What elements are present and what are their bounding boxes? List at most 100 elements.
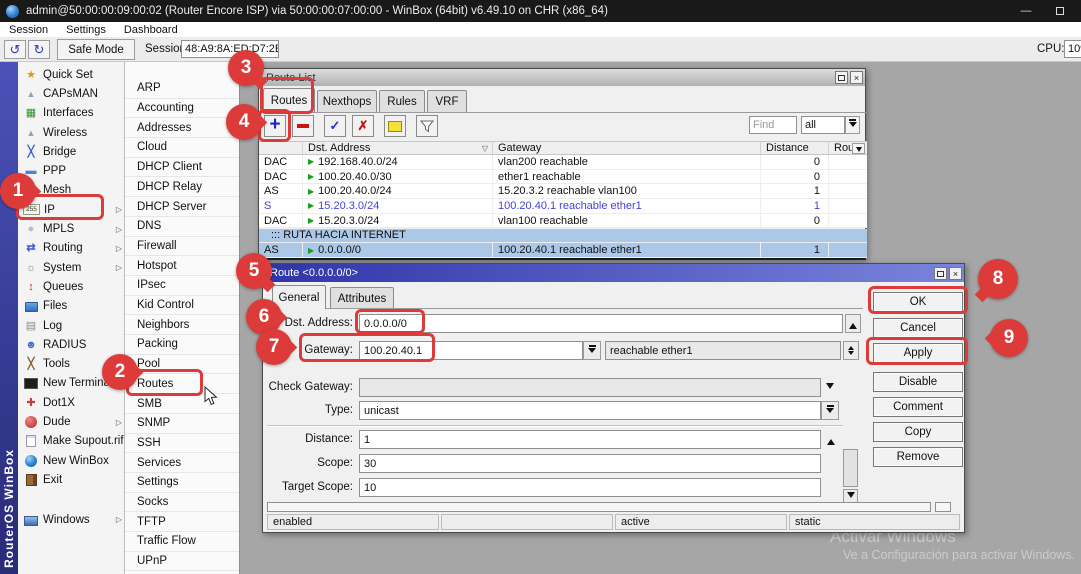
submenu-item-accounting[interactable]: Accounting (125, 99, 239, 119)
submenu-item-firewall[interactable]: Firewall (125, 237, 239, 257)
submenu-item-dns[interactable]: DNS (125, 217, 239, 237)
gateway-spinner[interactable] (843, 341, 859, 360)
sidebar-item-dude[interactable]: Dude (18, 412, 125, 431)
maximize-icon[interactable] (1043, 0, 1077, 22)
submenu-item-tftp[interactable]: TFTP (125, 512, 239, 532)
col-gateway[interactable]: Gateway (493, 142, 761, 154)
sidebar-item-quick-set[interactable]: Quick Set (18, 65, 125, 84)
submenu-item-cloud[interactable]: Cloud (125, 138, 239, 158)
submenu-item-snmp[interactable]: SNMP (125, 414, 239, 434)
submenu-item-settings[interactable]: Settings (125, 473, 239, 493)
submenu-item-arp[interactable]: ARP (125, 79, 239, 99)
submenu-item-neighbors[interactable]: Neighbors (125, 315, 239, 335)
scroll-up-icon[interactable] (845, 314, 861, 333)
chevron-down-icon[interactable] (821, 378, 839, 397)
submenu-item-traffic-flow[interactable]: Traffic Flow (125, 532, 239, 552)
sidebar-item-new-winbox[interactable]: New WinBox (18, 451, 125, 470)
disable-button[interactable]: Disable (873, 372, 963, 392)
menu-session[interactable]: Session (0, 22, 57, 37)
comment-icon[interactable] (384, 115, 406, 137)
find-input[interactable]: Find (749, 116, 797, 134)
column-picker-icon[interactable] (852, 143, 865, 154)
sidebar-item-mpls[interactable]: MPLS (18, 219, 125, 238)
submenu-item-smb[interactable]: SMB (125, 394, 239, 414)
undo-icon[interactable]: ↺ (4, 40, 26, 59)
maximize-icon[interactable] (835, 71, 848, 84)
submenu-item-ssh[interactable]: SSH (125, 434, 239, 454)
copy-button[interactable]: Copy (873, 422, 963, 442)
submenu-item-dhcp-client[interactable]: DHCP Client (125, 158, 239, 178)
col-routing[interactable]: Routin (829, 142, 853, 154)
route-row-inactive[interactable]: S ▶15.20.3.0/24 100.20.40.1 reachable et… (259, 199, 867, 214)
maximize-icon[interactable] (934, 267, 947, 280)
sidebar-item-system[interactable]: System (18, 258, 125, 277)
sidebar-item-windows[interactable]: Windows (18, 510, 125, 529)
enable-button[interactable] (324, 115, 346, 137)
redo-icon[interactable]: ↻ (28, 40, 50, 59)
remove-route-button[interactable] (292, 115, 314, 137)
submenu-item-hotspot[interactable]: Hotspot (125, 256, 239, 276)
sidebar-item-exit[interactable]: Exit (18, 470, 125, 489)
type-dropdown-icon[interactable] (821, 401, 839, 420)
submenu-item-packing[interactable]: Packing (125, 335, 239, 355)
safe-mode-button[interactable]: Safe Mode (57, 39, 135, 60)
disable-button[interactable] (352, 115, 374, 137)
route-dialog-titlebar[interactable]: Route <0.0.0.0/0> (263, 264, 964, 282)
route-row[interactable]: DAC ▶100.20.40.0/30 ether1 reachable 0 (259, 170, 867, 185)
submenu-item-dhcp-server[interactable]: DHCP Server (125, 197, 239, 217)
minimize-icon[interactable]: — (1009, 0, 1043, 22)
filter-icon[interactable] (416, 115, 438, 137)
tab-nexthops[interactable]: Nexthops (317, 90, 377, 112)
sidebar-item-files[interactable]: Files (18, 297, 125, 316)
submenu-item-upnp[interactable]: UPnP (125, 552, 239, 572)
filter-select[interactable]: all (801, 116, 845, 134)
sidebar-item-log[interactable]: Log (18, 316, 125, 335)
tab-rules[interactable]: Rules (379, 90, 425, 112)
route-row[interactable]: AS ▶100.20.40.0/24 15.20.3.2 reachable v… (259, 184, 867, 199)
sidebar-item-routing[interactable]: Routing (18, 239, 125, 258)
menu-dashboard[interactable]: Dashboard (115, 22, 187, 37)
sidebar-item-radius[interactable]: RADIUS (18, 335, 125, 354)
sidebar-item-bridge[interactable]: Bridge (18, 142, 125, 161)
sidebar-item-dot1x[interactable]: Dot1X (18, 393, 125, 412)
route-comment-row[interactable]: ::: RUTA HACIA INTERNET (259, 229, 867, 244)
cancel-button[interactable]: Cancel (873, 318, 963, 338)
tab-vrf[interactable]: VRF (427, 90, 467, 112)
target-scope-input[interactable]: 10 (359, 478, 821, 497)
distance-input[interactable]: 1 (359, 430, 821, 449)
sidebar-item-interfaces[interactable]: Interfaces (18, 104, 125, 123)
chevron-down-icon[interactable] (845, 116, 860, 134)
type-select[interactable]: unicast (359, 401, 821, 420)
tab-attributes[interactable]: Attributes (330, 287, 394, 309)
submenu-item-services[interactable]: Services (125, 453, 239, 473)
session-field[interactable]: 48:A9:8A:ED:D7:2E (181, 40, 279, 58)
route-row[interactable]: DAC ▶192.168.40.0/24 vlan200 reachable 0 (259, 155, 867, 170)
scrollbar-thumb[interactable] (843, 449, 858, 487)
submenu-item-ipsec[interactable]: IPsec (125, 276, 239, 296)
check-gateway-select[interactable] (359, 378, 821, 397)
chevron-up-icon[interactable] (823, 430, 839, 449)
remove-button[interactable]: Remove (873, 447, 963, 467)
route-row[interactable]: DAC ▶15.20.3.0/24 vlan100 reachable 0 (259, 214, 867, 229)
menu-settings[interactable]: Settings (57, 22, 115, 37)
tab-general[interactable]: General (272, 285, 326, 309)
close-icon[interactable]: × (949, 267, 962, 280)
comment-button[interactable]: Comment (873, 397, 963, 417)
submenu-item-socks[interactable]: Socks (125, 493, 239, 513)
sidebar-item-make-supout[interactable]: Make Supout.rif (18, 432, 125, 451)
gateway-dropdown-icon[interactable] (583, 341, 601, 360)
sidebar-item-capsman[interactable]: CAPsMAN (18, 84, 125, 103)
route-row-selected[interactable]: AS ▶0.0.0.0/0 100.20.40.1 reachable ethe… (259, 243, 867, 258)
dst-address-input[interactable]: 0.0.0.0/0 (359, 314, 843, 333)
sidebar-item-wireless[interactable]: Wireless (18, 123, 125, 142)
scope-input[interactable]: 30 (359, 454, 821, 473)
sidebar-item-queues[interactable]: Queues (18, 277, 125, 296)
col-distance[interactable]: Distance (761, 142, 829, 154)
sidebar-item-ppp[interactable]: PPP (18, 162, 125, 181)
route-list-titlebar[interactable]: Route List (259, 69, 865, 86)
submenu-item-addresses[interactable]: Addresses (125, 118, 239, 138)
submenu-item-kid-control[interactable]: Kid Control (125, 296, 239, 316)
close-icon[interactable]: × (850, 71, 863, 84)
col-dst-address[interactable]: Dst. Address▽ (303, 142, 493, 154)
submenu-item-dhcp-relay[interactable]: DHCP Relay (125, 178, 239, 198)
